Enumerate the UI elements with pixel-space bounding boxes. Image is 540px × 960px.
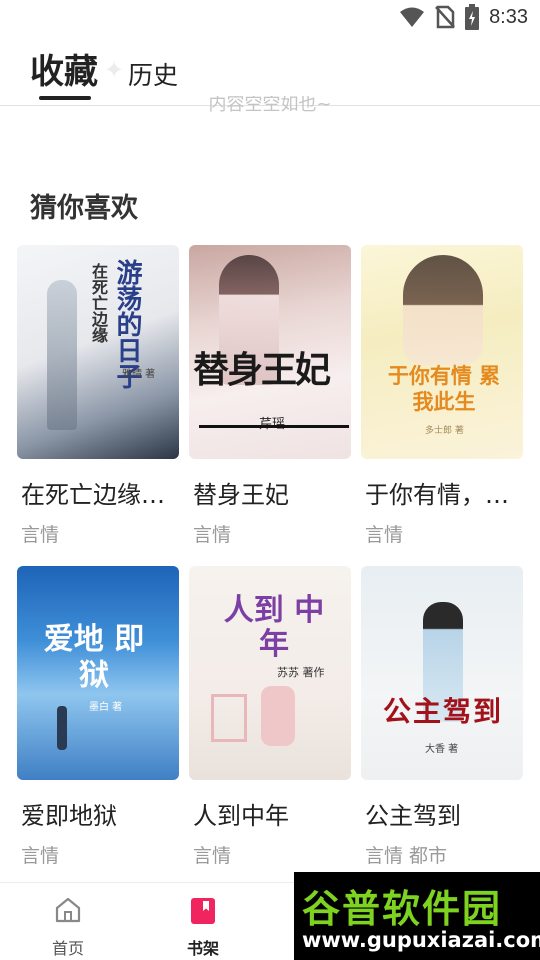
watermark-title: 谷普软件园	[302, 887, 503, 931]
book-card[interactable]: 游荡的日子 在死亡边缘 雅晴 著 在死亡边缘… 言情	[17, 245, 179, 547]
book-title: 人到中年	[193, 802, 289, 830]
nav-item-home[interactable]: 首页	[23, 895, 113, 959]
section-title: 猜你喜欢	[30, 193, 138, 224]
nav-item-bookshelf[interactable]: 书架	[158, 895, 248, 959]
book-card[interactable]: 人到 中年 苏苏 著作 人到中年 言情	[189, 566, 351, 868]
cover-title: 于你有情 累我此生	[387, 363, 501, 414]
watermark-logo: 谷普软件园 www.gupuxiazai.com	[294, 872, 540, 960]
cover-author: 多士郎 著	[425, 426, 464, 436]
bookshelf-icon	[191, 898, 215, 924]
cover-title: 人到 中年	[223, 593, 325, 662]
book-tags: 言情	[21, 524, 60, 546]
book-title: 在死亡边缘…	[21, 481, 165, 509]
cover-title: 爱地 即狱	[43, 622, 145, 693]
book-tags: 言情	[193, 845, 232, 867]
book-cover[interactable]: 爱地 即狱 墨白 著	[17, 566, 179, 780]
cover-title: 替身王妃	[193, 349, 331, 391]
book-title: 于你有情，…	[365, 481, 509, 509]
book-tags: 言情	[21, 845, 60, 867]
tab-favorites[interactable]: 收藏	[30, 44, 98, 93]
no-sim-icon	[435, 5, 455, 29]
decorative-star-icon: ✦	[104, 56, 125, 84]
status-bar: 8:33	[0, 0, 540, 36]
book-cover[interactable]: 于你有情 累我此生 多士郎 著	[361, 245, 523, 459]
book-card[interactable]: 公主驾到 大香 著 公主驾到 言情 都市	[361, 566, 523, 868]
book-card[interactable]: 替身王妃 芹瑶 替身王妃 言情	[189, 245, 351, 547]
cover-author: 大香 著	[425, 744, 459, 755]
nav-label: 首页	[51, 939, 84, 958]
home-icon	[55, 897, 81, 923]
book-tags: 言情	[365, 524, 404, 546]
cover-title: 公主驾到	[382, 695, 503, 728]
tab-history[interactable]: 历史	[128, 56, 178, 92]
book-cover[interactable]: 公主驾到 大香 著	[361, 566, 523, 780]
watermark-url: www.gupuxiazai.com	[302, 928, 540, 952]
book-title: 爱即地狱	[21, 802, 117, 830]
book-tags: 言情	[193, 524, 232, 546]
cover-author: 墨白 著	[89, 702, 123, 713]
nav-label: 书架	[186, 939, 219, 958]
book-card[interactable]: 爱地 即狱 墨白 著 爱即地狱 言情	[17, 566, 179, 868]
book-title: 替身王妃	[193, 481, 289, 509]
status-time: 8:33	[489, 5, 528, 28]
book-cover[interactable]: 游荡的日子 在死亡边缘 雅晴 著	[17, 245, 179, 459]
book-title: 公主驾到	[365, 802, 461, 830]
book-cover[interactable]: 替身王妃 芹瑶	[189, 245, 351, 459]
book-tags: 言情 都市	[365, 845, 448, 867]
cover-author: 雅晴 著	[122, 369, 156, 380]
cover-author: 苏苏 著作	[277, 666, 325, 679]
status-icons: 8:33	[399, 4, 528, 30]
empty-hint: 内容空空如也~	[208, 96, 332, 114]
battery-icon	[465, 4, 480, 30]
wifi-icon	[400, 7, 425, 27]
cover-author: 芹瑶	[259, 413, 285, 432]
book-cover[interactable]: 人到 中年 苏苏 著作	[189, 566, 351, 780]
cover-subtitle: 在死亡边缘	[89, 263, 108, 343]
book-card[interactable]: 于你有情 累我此生 多士郎 著 于你有情，… 言情	[361, 245, 523, 547]
